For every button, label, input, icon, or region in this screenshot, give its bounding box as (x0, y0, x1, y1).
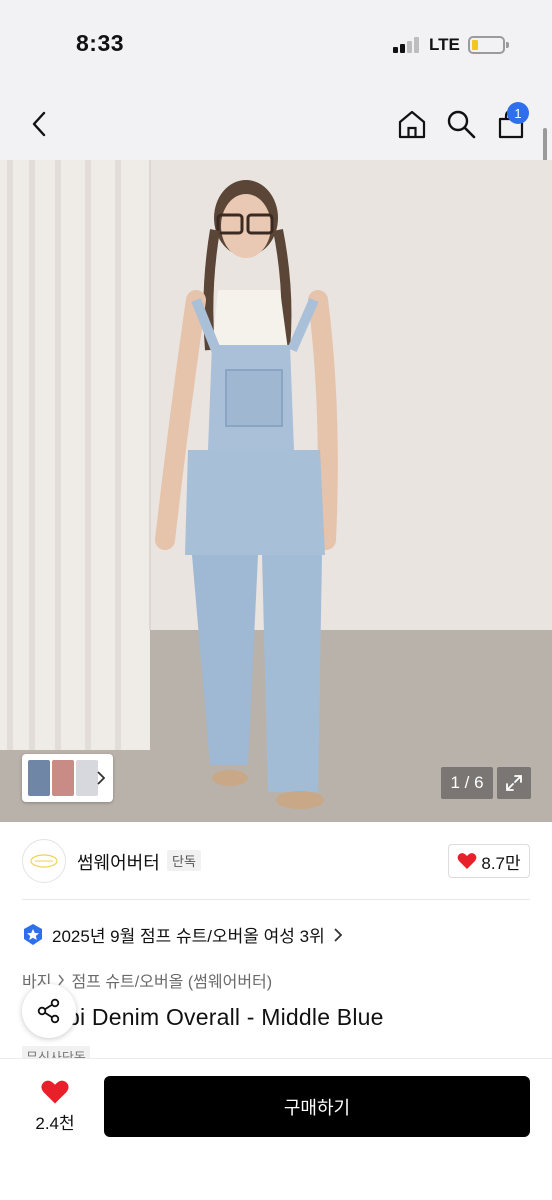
back-button[interactable] (20, 104, 60, 144)
product-name: bi Denim Overall - Middle Blue (67, 1004, 384, 1030)
brand-logo[interactable] (22, 839, 66, 883)
product-like-button[interactable]: 2.4천 (28, 1079, 82, 1134)
thumbnail-strip-button[interactable] (22, 754, 113, 802)
status-bar: 8:33 LTE (0, 0, 552, 90)
expand-icon (506, 775, 522, 791)
chevron-right-icon (97, 771, 106, 785)
brand-like-button[interactable]: 8.7만 (448, 844, 530, 878)
product-image[interactable] (0, 160, 552, 822)
buy-button[interactable]: 구매하기 (104, 1076, 530, 1137)
search-button[interactable] (441, 104, 481, 144)
thumbnail-3 (76, 760, 98, 796)
ranking-text: 2025년 9월 점프 슈트/오버올 여성 3위 (52, 927, 325, 946)
chevron-right-icon (334, 927, 343, 942)
share-icon (37, 998, 60, 1024)
status-time: 8:33 (76, 30, 125, 56)
heart-icon (41, 1080, 69, 1104)
brand-name[interactable]: 썸웨어버터 (77, 849, 160, 875)
ranking-badge-icon (24, 923, 42, 945)
share-button[interactable] (22, 984, 76, 1038)
brand-like-count: 8.7만 (481, 853, 521, 873)
breadcrumb-subcategory[interactable]: 점프 슈트/오버올 (썸웨어버터) (71, 968, 272, 992)
search-icon (447, 110, 476, 139)
heart-icon (457, 853, 477, 869)
signal-icon (393, 37, 421, 53)
ranking-link[interactable]: 2025년 9월 점프 슈트/오버올 여성 3위 (22, 922, 343, 947)
image-counter: 1 / 6 (441, 767, 493, 799)
thumbnail-1 (28, 760, 50, 796)
expand-image-button[interactable] (497, 767, 531, 799)
thumbnail-2 (52, 760, 74, 796)
chevron-right-icon (58, 974, 65, 986)
network-label: LTE (429, 35, 460, 54)
product-like-count: 2.4천 (35, 1114, 75, 1133)
brand-logo-mark (30, 854, 58, 868)
cart-count-badge: 1 (507, 102, 529, 124)
exclusive-tag: 단독 (167, 850, 201, 871)
home-icon (398, 110, 426, 139)
home-button[interactable] (392, 104, 432, 144)
top-nav (0, 90, 552, 160)
product-photo-illustration (0, 160, 552, 822)
battery-icon (468, 36, 509, 54)
divider (22, 899, 530, 900)
chevron-left-icon (32, 111, 46, 137)
